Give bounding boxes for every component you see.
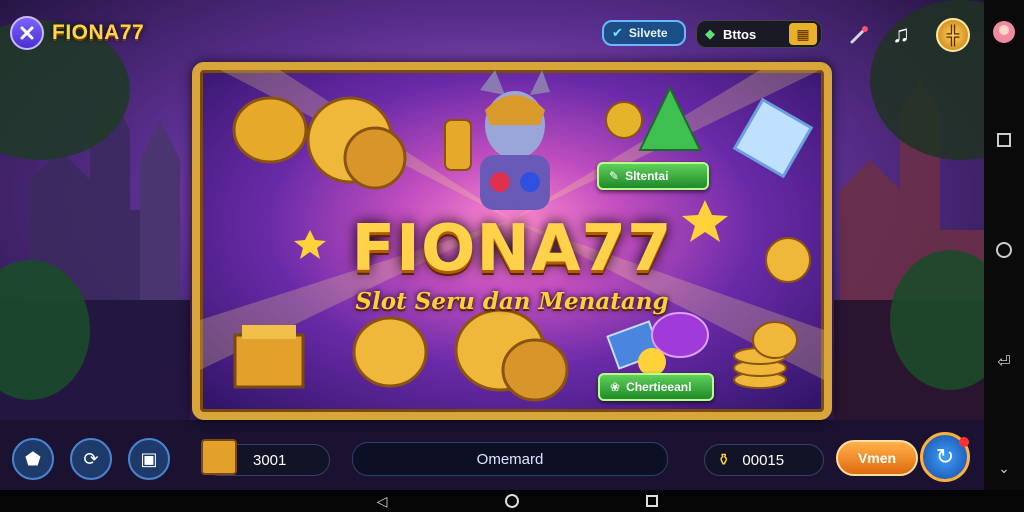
bonus-label: Bttos [723,26,757,42]
gift-icon: ❀ [610,380,621,394]
banner-button-top[interactable]: ✎ Sltentai [597,162,709,190]
logo-area: FIONA77 [10,16,144,50]
recents-button[interactable] [992,128,1016,152]
spin-button[interactable]: ↻ [920,432,970,482]
silver-badge[interactable]: ✔ Silvete [602,20,686,46]
brand-name: FIONA77 [52,21,145,44]
spin-icon: ↻ [935,444,955,469]
profile-avatar[interactable] [992,20,1016,44]
bottom-back-button[interactable]: ◁ [372,492,392,510]
game-screen: FIONA77 ✔ Silvete ◆ Bttos ▦ ♫ ╬ FIONA77 … [0,0,1024,512]
coin-pile-left [232,96,407,190]
center-action[interactable]: Omemard [352,442,668,476]
chevron-down-icon: ⌄ [998,459,1010,476]
balance-value: 00015 [742,451,785,469]
potion-icon: ⚱ [717,452,731,469]
wand-icon[interactable] [848,24,870,46]
menu-grid-icon: ╬ [946,24,960,45]
music-note-icon[interactable]: ♫ [892,22,918,48]
center-label: Omemard [476,450,544,468]
shield-button[interactable]: ⬟ [12,438,54,480]
bottom-system-nav: ◁ [0,490,1024,512]
pencil-icon: ✎ [609,169,620,183]
chest-icon [201,439,237,475]
action-label: Vmen [857,450,897,466]
back-icon: ⏎ [997,354,1011,371]
silver-label: Silvete [628,26,668,40]
refresh-button[interactable]: ⟳ [70,438,112,480]
avatar [993,21,1015,43]
recents-square-icon [646,495,658,507]
back-button[interactable]: ⏎ [992,350,1016,374]
banner-button-top-label: Sltentai [625,169,669,183]
coins-counter: 3001 [201,439,330,476]
grid-icon[interactable]: ▦ [789,23,817,45]
system-nav-bar: ⏎ ⌄ [984,0,1024,490]
close-button[interactable] [10,16,44,50]
triangle-back-icon: ◁ [376,492,388,509]
gamepad-icon: ▣ [140,448,158,469]
close-icon [20,26,34,40]
bottom-recents-button[interactable] [642,492,662,510]
action-button[interactable]: Vmen [836,440,918,476]
promo-banner: FIONA77 Slot Seru dan Menatang ✎ Sltenta… [192,62,832,420]
banner-subtitle: Slot Seru dan Menatang [355,288,669,315]
balance-counter: ⚱ 00015 [704,444,824,476]
banner-button-bottom-label: Chertieeanl [626,380,692,394]
keyboard-hide-button[interactable]: ⌄ [992,456,1016,480]
gem-icon: ◆ [705,26,715,41]
home-button[interactable] [992,238,1016,262]
banner-button-bottom[interactable]: ❀ Chertieeanl [598,373,714,401]
refresh-icon: ⟳ [83,448,99,469]
menu-button[interactable]: ╬ [936,18,970,52]
square-icon [997,133,1011,147]
banner-title: FIONA77 [351,212,673,286]
gamepad-button[interactable]: ▣ [128,438,170,480]
bottom-home-button[interactable] [502,492,522,510]
check-icon: ✔ [612,25,623,40]
bonus-badge[interactable]: ◆ Bttos ▦ [696,20,822,48]
shield-icon: ⬟ [25,448,41,469]
circle-icon [996,242,1012,258]
home-circle-icon [505,494,519,508]
notification-dot [959,437,969,447]
coins-value: 3001 [253,451,287,469]
